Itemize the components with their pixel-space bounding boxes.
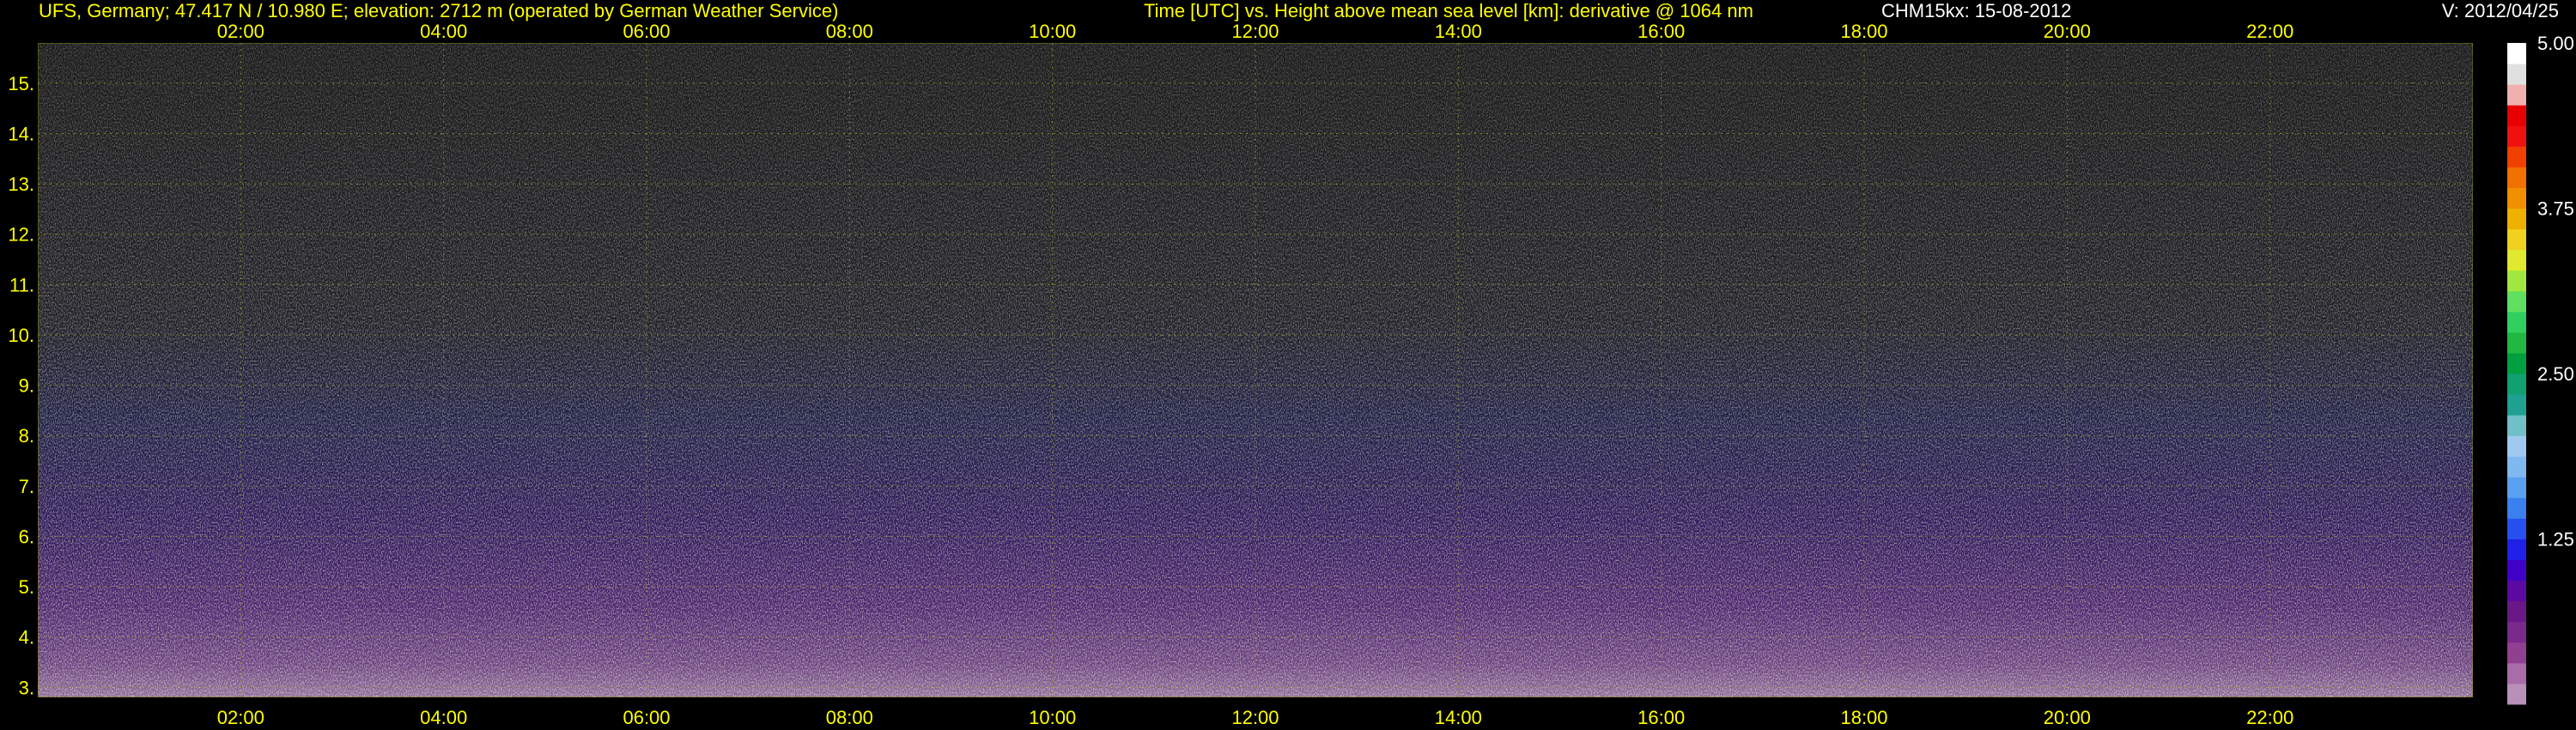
y-tick-label: 6.: [19, 526, 34, 547]
x-tick-label-bottom: 14:00: [1435, 707, 1482, 728]
colorbar-swatch: [2507, 105, 2526, 126]
x-tick-label-bottom: 04:00: [420, 707, 467, 728]
y-tick-label: 12.: [8, 224, 34, 246]
x-tick-label-bottom: 08:00: [826, 707, 873, 728]
y-tick-label: 5.: [19, 576, 34, 598]
colorbar-swatch: [2507, 311, 2526, 333]
x-tick-label-top: 08:00: [826, 21, 873, 42]
colorbar-swatch: [2507, 64, 2526, 85]
y-tick-label: 10.: [8, 325, 34, 346]
colorbar-swatch: [2507, 600, 2526, 623]
plot-shading: [38, 43, 2473, 697]
colorbar-swatch: [2507, 580, 2526, 602]
y-tick-label: 14.: [8, 124, 34, 145]
ceilometer-chart: 02:00 04:00 06:00 08:00 10:00 12:00 14:00 16:00…: [8, 21, 2574, 728]
x-tick-label-top: 06:00: [623, 21, 670, 42]
colorbar-swatch: [2507, 394, 2526, 416]
x-tick-label-top: 22:00: [2246, 21, 2293, 42]
y-tick-label: 3.: [19, 677, 34, 698]
colorbar-swatch: [2507, 559, 2526, 581]
x-tick-label-top: 16:00: [1637, 21, 1685, 42]
x-tick-label-bottom: 20:00: [2044, 707, 2091, 728]
x-tick-label-bottom: 22:00: [2246, 707, 2293, 728]
x-tick-label-top: 10:00: [1029, 21, 1076, 42]
colorbar-tick-label: 3.75: [2537, 198, 2574, 220]
colorbar-swatch: [2507, 208, 2526, 230]
colorbar-swatch: [2507, 662, 2526, 684]
x-tick-label-bottom: 16:00: [1637, 707, 1685, 728]
colorbar-swatch: [2507, 146, 2526, 167]
x-tick-label-top: 02:00: [217, 21, 264, 42]
colorbar-swatch: [2507, 456, 2526, 478]
x-tick-label-bottom: 10:00: [1029, 707, 1076, 728]
colorbar-swatch: [2507, 228, 2526, 251]
y-tick-label: 11.: [9, 274, 34, 295]
x-tick-label-top: 04:00: [420, 21, 467, 42]
colorbar-swatch: [2507, 43, 2526, 64]
y-tick-label: 4.: [19, 627, 34, 648]
x-tick-label-bottom: 06:00: [623, 707, 670, 728]
colorbar-swatch: [2507, 518, 2526, 539]
colorbar-swatch: [2507, 435, 2526, 457]
colorbar-swatch: [2507, 415, 2526, 436]
colorbar-tick-label: 1.25: [2537, 529, 2574, 551]
colorbar-swatch: [2507, 270, 2526, 292]
y-tick-label: 8.: [19, 425, 34, 447]
colorbar-swatch: [2507, 642, 2526, 664]
colorbar-swatch: [2507, 538, 2526, 561]
colorbar-swatch: [2507, 683, 2526, 705]
colorbar-swatch: [2507, 187, 2526, 209]
y-tick-label: 13.: [8, 173, 34, 195]
y-tick-label: 15.: [8, 73, 34, 94]
x-tick-label-bottom: 18:00: [1840, 707, 1887, 728]
colorbar-swatch: [2507, 374, 2526, 395]
colorbar-swatch: [2507, 332, 2526, 354]
colorbar-swatch: [2507, 290, 2526, 313]
colorbar-swatch: [2507, 621, 2526, 643]
x-tick-label-top: 14:00: [1435, 21, 1482, 42]
y-tick-label: 7.: [19, 476, 34, 497]
colorbar-tick-label: 2.50: [2537, 363, 2574, 385]
x-tick-label-top: 18:00: [1840, 21, 1887, 42]
colorbar-tick-label: 5.00: [2537, 33, 2574, 54]
colorbar-swatch: [2507, 84, 2526, 106]
x-tick-label-top: 12:00: [1231, 21, 1279, 42]
colorbar-swatch: [2507, 249, 2526, 271]
colorbar-swatch: [2507, 352, 2526, 374]
colorbar-swatch: [2507, 497, 2526, 519]
x-tick-label-top: 20:00: [2044, 21, 2091, 42]
colorbar-swatch: [2507, 477, 2526, 498]
y-tick-label: 9.: [19, 375, 34, 397]
x-tick-label-bottom: 02:00: [217, 707, 264, 728]
colorbar-swatch: [2507, 125, 2526, 147]
x-tick-label-bottom: 12:00: [1231, 707, 1279, 728]
colorbar-swatch: [2507, 167, 2526, 188]
